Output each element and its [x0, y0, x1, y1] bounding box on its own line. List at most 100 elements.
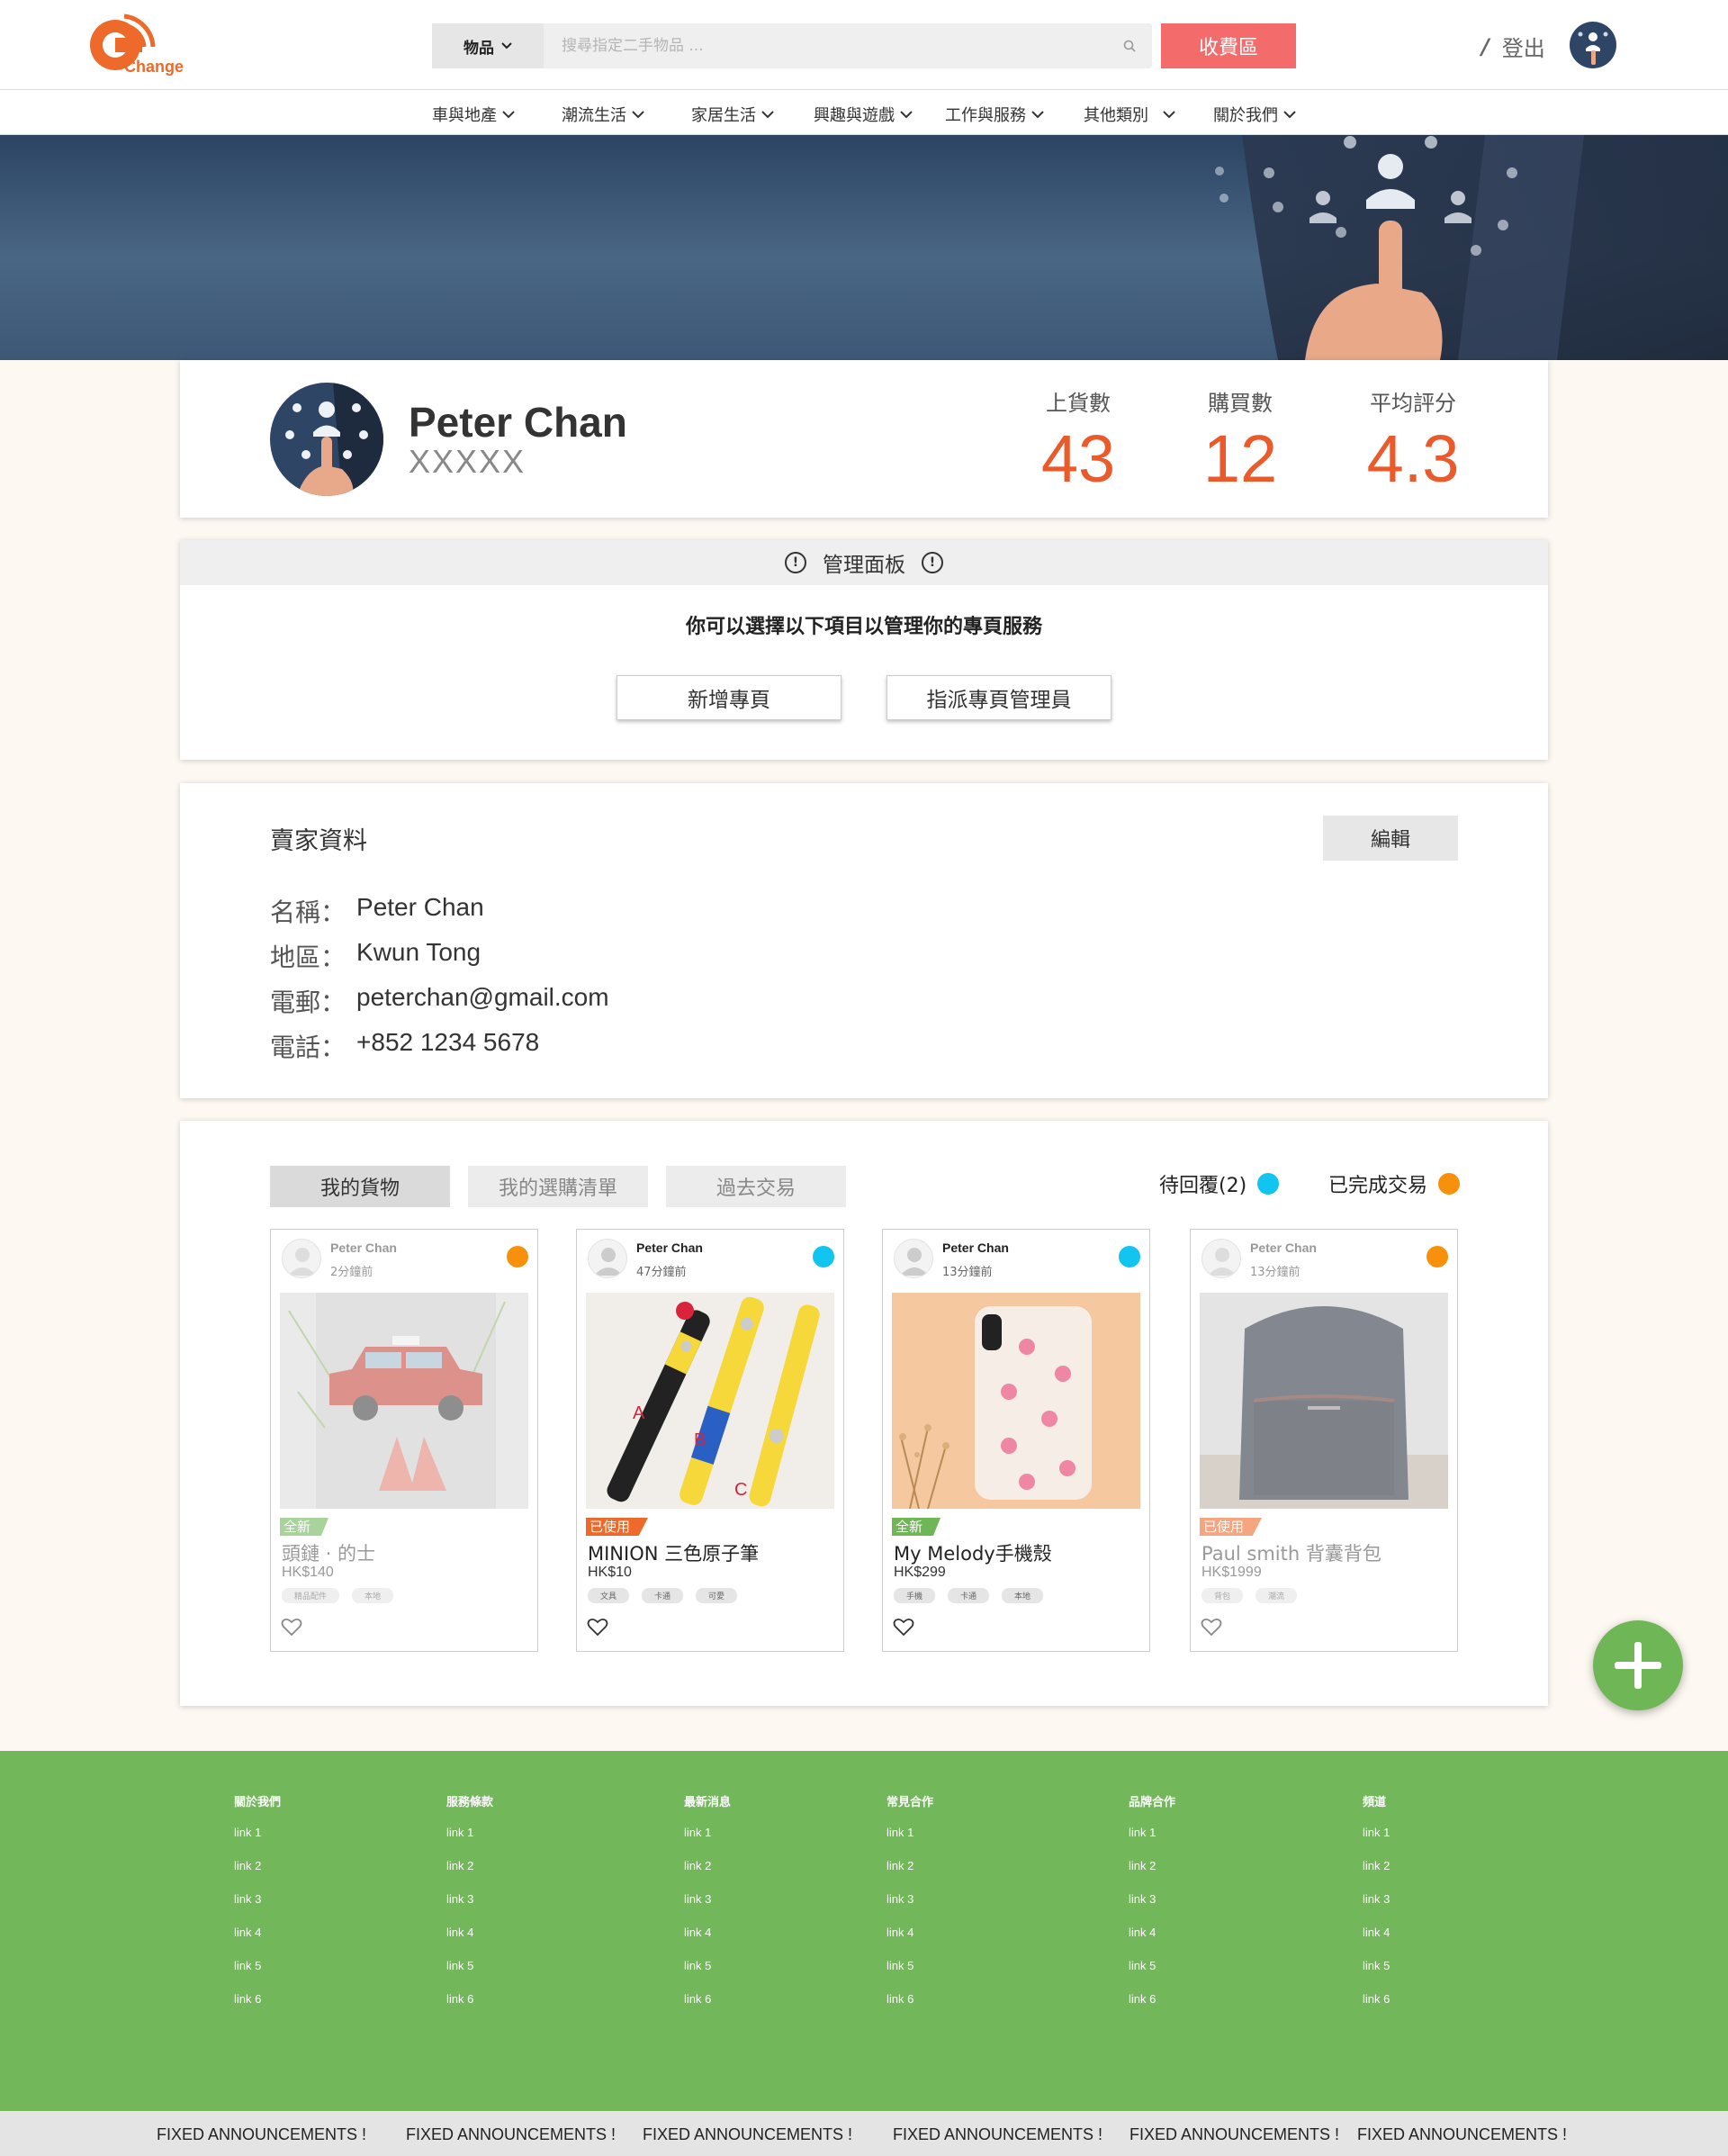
stat-average-rating: 平均評分 4.3: [1341, 385, 1485, 497]
site-logo[interactable]: Change: [88, 11, 205, 79]
footer-link[interactable]: link 4: [234, 1926, 281, 1939]
footer-link[interactable]: link 3: [886, 1892, 933, 1906]
footer-link[interactable]: link 2: [1129, 1859, 1175, 1872]
footer-link[interactable]: link 5: [684, 1959, 731, 1972]
nav-item-vehicles-property[interactable]: 車與地產: [432, 103, 515, 126]
user-avatar[interactable]: [1570, 22, 1616, 68]
nav-item-jobs-services[interactable]: 工作與服務: [945, 103, 1044, 126]
heart-icon[interactable]: [892, 1615, 915, 1638]
seller-info-title: 賣家資料: [270, 827, 367, 855]
footer-column-title: 最新消息: [684, 1796, 732, 1809]
footer-link[interactable]: link 1: [1129, 1826, 1175, 1839]
search-category-label: 物品: [464, 39, 494, 58]
product-tag-chip[interactable]: 卡通: [642, 1588, 684, 1603]
site-footer: 關於我們 link 1 link 2 link 3 link 4 link 5 …: [0, 1751, 1728, 2111]
nav-item-fashion-life[interactable]: 潮流生活: [562, 103, 644, 126]
footer-link[interactable]: link 2: [234, 1859, 281, 1872]
field-key: 電郵：: [270, 988, 346, 1017]
footer-link[interactable]: link 2: [886, 1859, 933, 1872]
footer-link[interactable]: link 6: [234, 1992, 281, 2006]
footer-link[interactable]: link 6: [1363, 1992, 1390, 2006]
nav-item-home-life[interactable]: 家居生活: [691, 103, 774, 126]
seller-field-district: 地區： Kwun Tong: [270, 938, 481, 974]
product-card[interactable]: Peter Chan 47分鐘前 A B C 已使用 MINION 三色原子筆 …: [576, 1229, 844, 1652]
footer-column-title: 關於我們: [234, 1796, 282, 1809]
footer-link[interactable]: link 6: [684, 1992, 731, 2006]
chevron-down-icon: [1283, 110, 1296, 118]
footer-link[interactable]: link 1: [446, 1826, 493, 1839]
product-tag-chip[interactable]: 背包: [1202, 1588, 1244, 1603]
add-page-button[interactable]: 新增專頁: [616, 675, 842, 720]
product-tag-chip[interactable]: 本地: [352, 1588, 394, 1603]
footer-link[interactable]: link 6: [1129, 1992, 1175, 2006]
footer-column: 服務條款 link 1 link 2 link 3 link 4 link 5 …: [446, 1792, 493, 2025]
plus-icon: [1615, 1642, 1661, 1689]
search-input[interactable]: [544, 23, 1107, 68]
nav-item-hobbies-games[interactable]: 興趣與遊戲: [814, 103, 913, 126]
legend-pending: 待回覆(2): [1159, 1169, 1280, 1198]
product-photo: A B C: [586, 1293, 834, 1509]
pay-zone-button[interactable]: 收費區: [1161, 23, 1296, 68]
footer-link[interactable]: link 6: [886, 1992, 933, 2006]
product-price: HK$299: [894, 1565, 946, 1580]
footer-link[interactable]: link 4: [886, 1926, 933, 1939]
footer-link[interactable]: link 5: [1129, 1959, 1175, 1972]
footer-link[interactable]: link 3: [684, 1892, 731, 1906]
footer-link[interactable]: link 4: [446, 1926, 493, 1939]
footer-link[interactable]: link 5: [446, 1959, 493, 1972]
search-icon[interactable]: [1107, 23, 1152, 68]
footer-link[interactable]: link 2: [1363, 1859, 1390, 1872]
footer-link[interactable]: link 5: [234, 1959, 281, 1972]
edit-button[interactable]: 編輯: [1323, 816, 1458, 861]
footer-link[interactable]: link 3: [1129, 1892, 1175, 1906]
announcement-text: FIXED ANNOUNCEMENTS !: [157, 2125, 367, 2143]
product-tag-chip[interactable]: 卡通: [948, 1588, 990, 1603]
product-tag-chip[interactable]: 本地: [1002, 1588, 1044, 1603]
management-description: 你可以選擇以下項目以管理你的專頁服務: [685, 616, 1042, 638]
nav-label: 家居生活: [691, 106, 756, 125]
product-tag-chip[interactable]: 潮流: [1256, 1588, 1298, 1603]
footer-link[interactable]: link 6: [446, 1992, 493, 2006]
footer-link[interactable]: link 4: [1129, 1926, 1175, 1939]
product-card[interactable]: Peter Chan 2分鐘前 全新 頭鏈 · 的士 HK$140 精品配件 本…: [270, 1229, 538, 1652]
nav-item-about-us[interactable]: 關於我們: [1213, 103, 1296, 126]
footer-link[interactable]: link 4: [684, 1926, 731, 1939]
footer-link[interactable]: link 3: [446, 1892, 493, 1906]
product-card[interactable]: Peter Chan 13分鐘前 已使用 Paul smith 背囊背包 HK$…: [1190, 1229, 1458, 1652]
profile-subtitle: XXXXX: [409, 443, 526, 480]
product-photo: [280, 1293, 528, 1509]
product-title: Paul smith 背囊背包: [1202, 1543, 1382, 1565]
footer-link[interactable]: link 5: [886, 1959, 933, 1972]
add-item-button[interactable]: [1593, 1620, 1683, 1710]
footer-link[interactable]: link 1: [234, 1826, 281, 1839]
heart-icon[interactable]: [586, 1615, 609, 1638]
tab-past-transactions[interactable]: 過去交易: [666, 1166, 846, 1207]
footer-column: 頻道 link 1 link 2 link 3 link 4 link 5 li…: [1363, 1792, 1390, 2025]
product-tag-chip[interactable]: 精品配件: [282, 1588, 340, 1603]
heart-icon[interactable]: [1200, 1615, 1223, 1638]
product-card[interactable]: Peter Chan 13分鐘前 全新 My Melody手機殼 HK$299 …: [882, 1229, 1150, 1652]
footer-link[interactable]: link 5: [1363, 1959, 1390, 1972]
search-category-select[interactable]: 物品: [432, 23, 544, 68]
footer-link[interactable]: link 2: [684, 1859, 731, 1872]
assign-admin-button[interactable]: 指派專頁管理員: [886, 675, 1112, 720]
footer-link[interactable]: link 1: [1363, 1826, 1390, 1839]
product-tag-chip[interactable]: 文具: [588, 1588, 630, 1603]
footer-link[interactable]: link 4: [1363, 1926, 1390, 1939]
product-tag-chip[interactable]: 手機: [894, 1588, 936, 1603]
product-tags: 手機 卡通 本地: [894, 1588, 1044, 1603]
tab-my-goods[interactable]: 我的貨物: [270, 1166, 450, 1207]
tab-my-wishlist[interactable]: 我的選購清單: [468, 1166, 648, 1207]
footer-link[interactable]: link 3: [234, 1892, 281, 1906]
footer-link[interactable]: link 3: [1363, 1892, 1390, 1906]
footer-link[interactable]: link 2: [446, 1859, 493, 1872]
nav-label: 關於我們: [1213, 106, 1278, 125]
footer-link[interactable]: link 1: [886, 1826, 933, 1839]
post-time: 13分鐘前: [1250, 1266, 1300, 1279]
nav-item-other-categories[interactable]: 其他類別: [1084, 103, 1175, 126]
footer-link[interactable]: link 1: [684, 1826, 731, 1839]
heart-icon[interactable]: [280, 1615, 303, 1638]
logout-link[interactable]: 登出: [1502, 31, 1545, 62]
product-tag-chip[interactable]: 可愛: [696, 1588, 738, 1603]
stat-purchases: 購買數 12: [1168, 385, 1312, 497]
